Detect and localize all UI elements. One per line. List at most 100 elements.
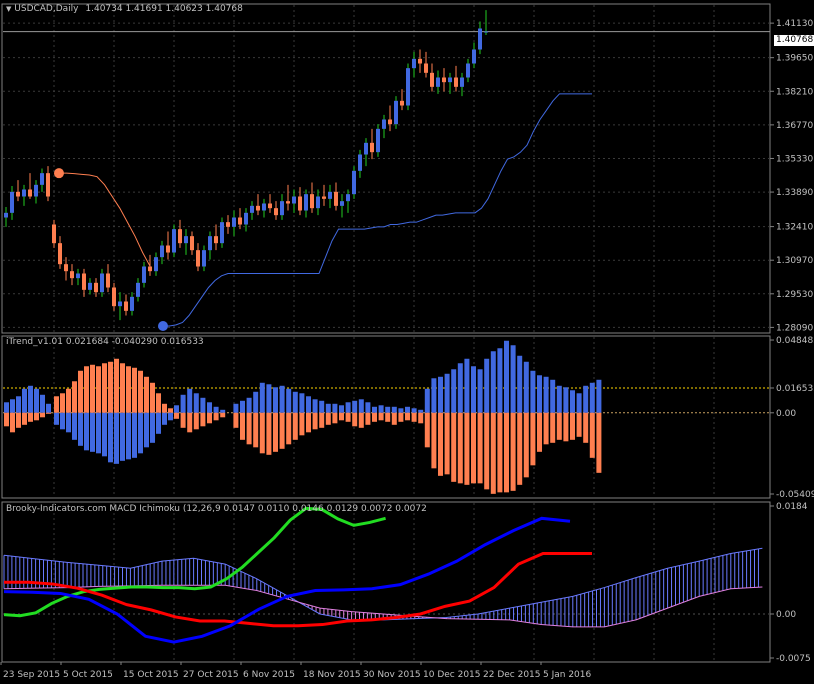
itrend-bar	[411, 408, 417, 413]
itrend-bar	[424, 388, 430, 413]
itrend-bar	[60, 393, 65, 413]
candle-body	[328, 191, 332, 199]
price-axis-label: 1.29530	[776, 290, 813, 300]
time-axis-label: 18 Nov 2015	[303, 670, 361, 680]
itrend-bar	[132, 412, 137, 458]
price-axis-label: 1.39650	[776, 54, 813, 64]
macd-blue-line	[3, 516, 571, 644]
itrend-bar	[484, 412, 490, 490]
itrend-bar	[126, 366, 131, 413]
candle-body	[436, 77, 440, 87]
itrend-bar	[4, 402, 9, 413]
itrend-bar	[596, 379, 602, 413]
itrend-bar	[510, 412, 516, 491]
itrend-axis-label: 0.016533	[776, 384, 814, 394]
itrend-bar	[504, 412, 509, 493]
itrend-bar	[391, 406, 397, 413]
price-axis-label: 1.33890	[776, 188, 813, 198]
itrend-bar	[200, 397, 206, 413]
itrend-bar	[259, 412, 265, 454]
candle-body	[244, 212, 248, 225]
itrend-bar	[444, 373, 450, 413]
itrend-bar	[286, 412, 292, 445]
itrend-bar	[28, 385, 33, 413]
macd-axis-label: 0.0184	[776, 502, 808, 512]
time-axis-label: 5 Jan 2016	[543, 670, 591, 680]
price-axis-label: 1.41130	[776, 19, 813, 29]
itrend-bar	[385, 412, 391, 422]
time-axis-label: 22 Dec 2015	[483, 670, 541, 680]
panel-border-3	[1, 501, 771, 663]
itrend-bar	[246, 397, 252, 413]
candle-body	[106, 273, 110, 288]
itrend-bar	[90, 364, 95, 413]
itrend-bar	[332, 412, 338, 424]
candle-body	[28, 189, 32, 197]
itrend-bar	[497, 348, 503, 413]
candle-body	[334, 191, 338, 206]
candle-body	[346, 194, 350, 202]
candle-body	[184, 236, 188, 244]
candle-body	[322, 196, 326, 199]
candle-body	[136, 282, 140, 297]
macd-title: Brooky-Indicators.com MACD Ichimoku (12,…	[6, 504, 427, 514]
symbol-header[interactable]: ▼ USDCAD,Daily 1.40734 1.41691 1.40623 1…	[6, 4, 243, 14]
itrend-bar	[418, 412, 424, 424]
itrend-bar	[114, 358, 119, 413]
itrend-bar	[102, 412, 107, 457]
itrend-bar	[220, 409, 226, 413]
itrend-bar	[358, 399, 364, 413]
itrend-bar	[60, 412, 65, 430]
itrend-bar	[523, 412, 529, 478]
candle-body	[130, 296, 134, 311]
itrend-bar	[180, 412, 186, 428]
itrend-bar	[132, 367, 137, 413]
itrend-bar	[292, 412, 298, 440]
itrend-bar	[78, 370, 83, 413]
itrend-bar	[156, 393, 161, 413]
candle-body	[148, 266, 152, 272]
itrend-bar	[108, 412, 113, 463]
sar-down-line	[59, 172, 151, 267]
itrend-bar	[84, 366, 89, 413]
dropdown-arrow-icon[interactable]: ▼	[6, 5, 11, 13]
itrend-bar	[405, 406, 410, 413]
price-axis-label: 1.30970	[776, 256, 813, 266]
itrend-bar	[28, 412, 33, 422]
candle-body	[316, 196, 320, 209]
candle-body	[406, 68, 410, 106]
itrend-bar	[207, 402, 212, 413]
itrend-bar	[352, 400, 358, 413]
itrend-bar	[451, 369, 457, 413]
itrend-bar	[240, 400, 245, 413]
itrend-bar	[78, 412, 83, 446]
candle-body	[400, 100, 404, 106]
itrend-bar	[10, 399, 15, 413]
candle-body	[46, 173, 50, 197]
itrend-bar	[180, 394, 186, 413]
itrend-bar	[266, 412, 272, 455]
candle-body	[88, 282, 92, 290]
itrend-bar	[240, 412, 245, 440]
itrend-bar	[138, 370, 143, 413]
itrend-bar	[46, 403, 51, 413]
candle-body	[16, 191, 20, 197]
itrend-bar	[90, 412, 95, 452]
itrend-bar	[306, 412, 311, 433]
itrend-bar	[96, 412, 101, 454]
candle-body	[454, 77, 458, 87]
itrend-bar	[325, 412, 331, 425]
candle-body	[40, 173, 44, 185]
itrend-bar	[187, 412, 193, 433]
itrend-bar	[583, 385, 589, 413]
itrend-bar	[372, 412, 377, 422]
itrend-bar	[490, 412, 496, 494]
itrend-bar	[484, 358, 490, 413]
itrend-bar	[102, 363, 107, 413]
itrend-bar	[299, 412, 305, 436]
itrend-bar	[279, 412, 285, 449]
itrend-bar	[54, 396, 59, 413]
time-axis-label: 6 Nov 2015	[243, 670, 295, 680]
price-axis-label: 1.35330	[776, 154, 813, 164]
sar-down-marker	[54, 168, 64, 179]
